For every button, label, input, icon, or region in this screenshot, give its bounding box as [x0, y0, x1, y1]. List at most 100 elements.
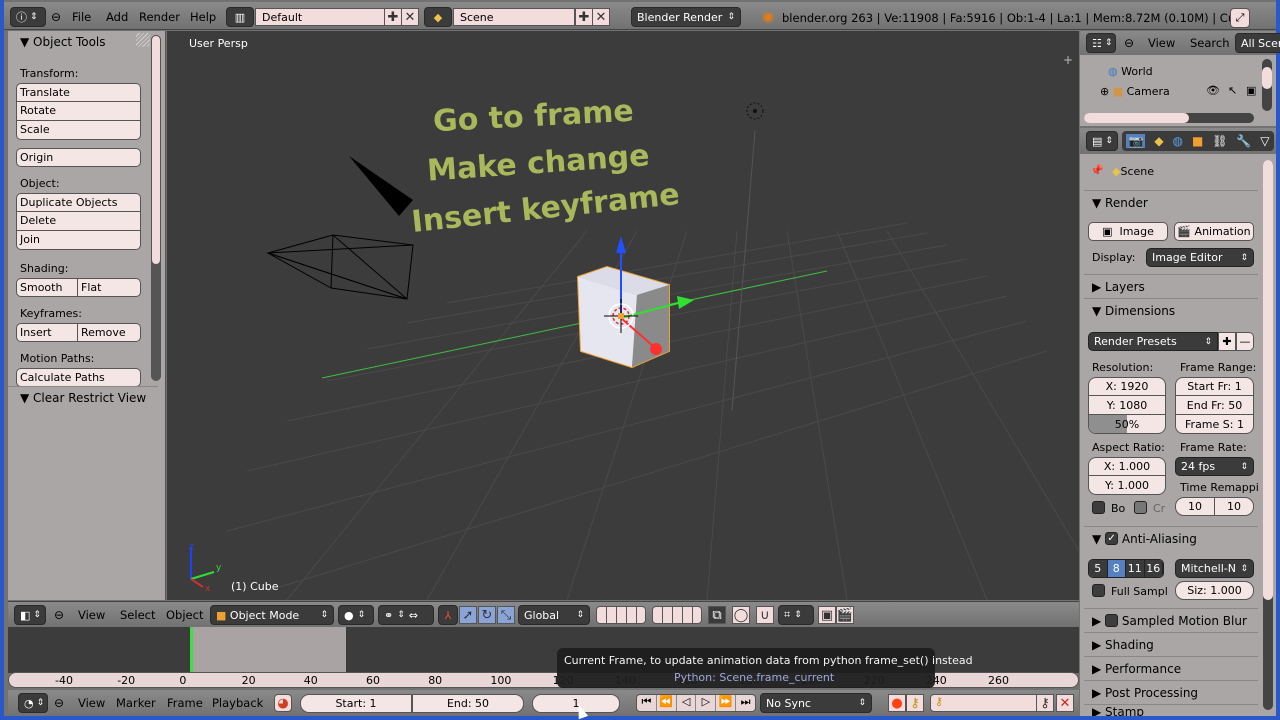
menu-view[interactable]: View	[78, 696, 105, 710]
keying-set-icon[interactable]: ⚷	[906, 694, 924, 712]
renderability-icon[interactable]: ▣	[1246, 84, 1256, 97]
constraints-context-tab[interactable]: ⛓	[1212, 134, 1227, 148]
performance-panel-header[interactable]: ▶ Performance	[1084, 656, 1258, 680]
modifiers-context-tab[interactable]: 🔧	[1236, 134, 1251, 148]
sync-select[interactable]: No Sync ⇕	[760, 693, 872, 713]
add-preset-icon[interactable]: ✚	[1218, 332, 1236, 351]
crop-checkbox[interactable]	[1134, 501, 1147, 514]
editor-type-button[interactable]: ◧ ⇕	[14, 605, 46, 625]
data-context-tab[interactable]: ▽	[1260, 134, 1269, 148]
aa-samples-8[interactable]: 8	[1107, 560, 1126, 577]
join-button[interactable]: Join	[16, 231, 141, 250]
layers-panel-header[interactable]: ▶ Layers	[1084, 274, 1258, 298]
menu-file[interactable]: File	[72, 10, 91, 24]
outliner-hscroll-thumb[interactable]	[1084, 113, 1189, 123]
delete-button[interactable]: Delete	[16, 212, 141, 231]
add-region-icon[interactable]: +	[1063, 53, 1073, 67]
add-scene-icon[interactable]: ✚	[575, 8, 593, 26]
collapse-menu-icon[interactable]: ⊖	[54, 608, 64, 622]
full-sample-checkbox[interactable]	[1092, 584, 1105, 597]
panel-drag-handle[interactable]	[136, 33, 150, 47]
menu-object[interactable]: Object	[166, 608, 203, 622]
render-animation-button[interactable]: 🎬 Animation	[1174, 222, 1254, 241]
menu-view[interactable]: View	[78, 608, 105, 622]
jump-end-icon[interactable]: ⏭	[736, 695, 755, 711]
scene-context-tab[interactable]: ◆	[1154, 134, 1163, 148]
object-context-tab[interactable]: ■	[1192, 134, 1203, 148]
insert-keyframe-button[interactable]: Insert	[16, 323, 78, 342]
menu-select[interactable]: Select	[120, 608, 155, 622]
menu-marker[interactable]: Marker	[116, 696, 156, 710]
menu-search[interactable]: Search	[1190, 36, 1230, 50]
transform-orientation-select[interactable]: Global ⇕	[518, 605, 590, 625]
viewport-shading-select[interactable]: ● ⇕	[338, 605, 374, 625]
collapse-menu-icon[interactable]: ⊖	[51, 10, 61, 24]
remap-old-field[interactable]: 10	[1175, 497, 1215, 516]
filter-size-field[interactable]: Siz: 1.000	[1175, 581, 1254, 600]
current-frame-indicator[interactable]	[190, 627, 193, 673]
collapse-menu-icon[interactable]: ⊖	[54, 696, 64, 710]
opengl-render-animation-icon[interactable]: 🎬	[836, 606, 854, 624]
fullscreen-icon[interactable]: ⤢	[1230, 8, 1250, 28]
menu-add[interactable]: Add	[106, 10, 128, 24]
menu-render[interactable]: Render	[139, 10, 180, 24]
delete-screen-icon[interactable]: ✕	[401, 8, 419, 26]
camera-object[interactable]	[266, 156, 414, 300]
scale-button[interactable]: Scale	[16, 121, 141, 140]
expand-icon[interactable]: ⊕	[1100, 85, 1109, 98]
pivot-select[interactable]: ⚭ ⇕ ⇔	[378, 605, 434, 625]
render-panel-header[interactable]: ▼ Render	[1084, 190, 1258, 214]
menu-view[interactable]: View	[1148, 36, 1175, 50]
play-reverse-icon[interactable]: ◁	[677, 695, 697, 711]
delete-scene-icon[interactable]: ✕	[592, 8, 610, 26]
active-keying-set-field[interactable]: ⚷	[930, 694, 1048, 712]
end-frame-field[interactable]: End: 50	[412, 694, 524, 713]
translate-button[interactable]: Translate	[16, 83, 141, 102]
jump-start-icon[interactable]: ⏮	[637, 695, 657, 711]
remove-keyframe-button[interactable]: Remove	[78, 323, 141, 342]
world-context-tab[interactable]: ◍	[1173, 134, 1183, 148]
menu-playback[interactable]: Playback	[212, 696, 263, 710]
scene-icon[interactable]: ◆	[424, 7, 452, 27]
pin-icon[interactable]: 📌	[1090, 164, 1104, 177]
anti-aliasing-checkbox[interactable]: ✓	[1105, 532, 1119, 545]
aa-samples-5[interactable]: 5	[1089, 560, 1108, 577]
anti-aliasing-panel-header[interactable]: ▼ ✓ Anti-Aliasing	[1084, 526, 1258, 550]
remove-preset-icon[interactable]: —	[1236, 332, 1254, 351]
menu-frame[interactable]: Frame	[167, 696, 203, 710]
rotate-button[interactable]: Rotate	[16, 102, 141, 121]
editor-type-button[interactable]: ◔ ⇕	[18, 693, 48, 713]
screen-layout-icon[interactable]: ▥	[226, 7, 254, 27]
layer-buttons-2[interactable]	[652, 606, 702, 624]
opengl-render-image-icon[interactable]: ▣	[818, 606, 836, 624]
render-context-tab[interactable]: 📷	[1126, 134, 1146, 148]
display-select[interactable]: Image Editor ⇕	[1146, 248, 1254, 267]
jump-next-keyframe-icon[interactable]: ⏩	[716, 695, 737, 711]
snap-icon[interactable]: ∪	[756, 606, 774, 624]
resolution-y-field[interactable]: Y: 1080	[1088, 396, 1166, 415]
aspect-y-field[interactable]: Y: 1.000	[1088, 476, 1166, 495]
screen-layout-field[interactable]: Default	[255, 8, 385, 26]
aa-samples-11[interactable]: 11	[1126, 560, 1145, 577]
render-engine-select[interactable]: Blender Render ⇕	[631, 7, 741, 27]
selectability-cursor-icon[interactable]: ↖	[1228, 84, 1237, 97]
frame-rate-select[interactable]: 24 fps ⇕	[1175, 457, 1254, 476]
resolution-percentage-slider[interactable]: 50%	[1088, 415, 1166, 434]
menu-help[interactable]: Help	[190, 10, 216, 24]
render-image-button[interactable]: ▣ Image	[1088, 222, 1168, 241]
render-presets-select[interactable]: Render Presets ⇕	[1088, 332, 1218, 351]
3d-viewport[interactable]: y x z User Persp (1) Cube Go to frame Ma…	[167, 31, 1079, 600]
editor-type-button[interactable]: ▤ ⇕	[1086, 131, 1118, 151]
lock-layers-icon[interactable]: ⧉	[708, 606, 726, 624]
proportional-edit-icon[interactable]: ◯	[732, 606, 750, 624]
flat-button[interactable]: Flat	[78, 278, 141, 297]
snap-element-select[interactable]: ⌗ ⇕	[778, 605, 814, 625]
editor-type-button[interactable]: ☷ ⇕	[1086, 33, 1116, 53]
post-processing-panel-header[interactable]: ▶ Post Processing	[1084, 680, 1258, 704]
visibility-eye-icon[interactable]: 👁	[1206, 84, 1220, 97]
aa-samples-16[interactable]: 16	[1144, 560, 1163, 577]
motion-blur-checkbox[interactable]	[1105, 614, 1119, 627]
outliner-vscroll-thumb[interactable]	[1262, 67, 1272, 89]
dimensions-panel-header[interactable]: ▼ Dimensions	[1084, 298, 1258, 322]
layer-buttons-1[interactable]	[596, 606, 646, 624]
